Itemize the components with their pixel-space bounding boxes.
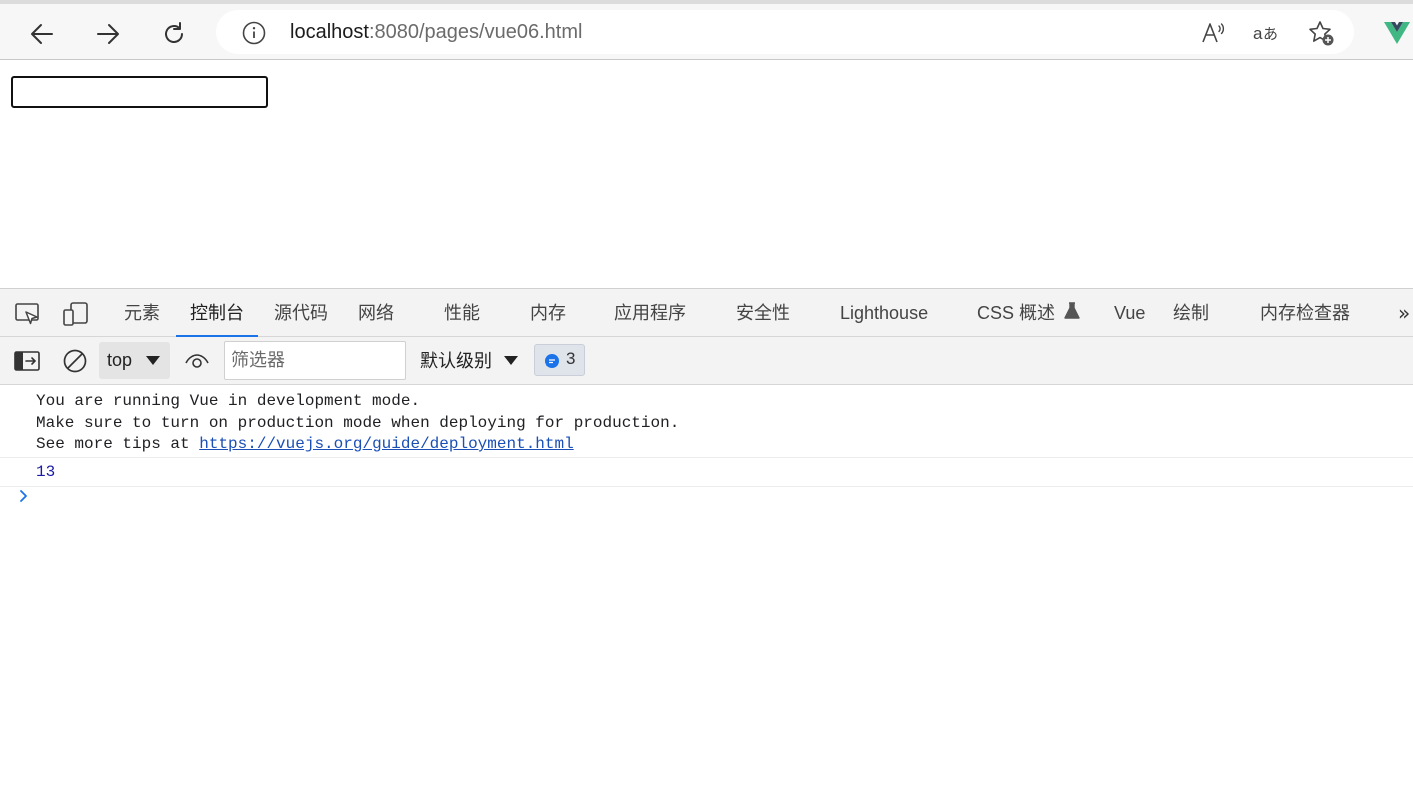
chevron-down-icon (146, 356, 160, 365)
tab-application[interactable]: 应用程序 (614, 289, 686, 337)
tab-network[interactable]: 网络 (358, 289, 394, 337)
inspect-element-icon[interactable] (14, 301, 42, 327)
log-line-3-prefix: See more tips at (36, 435, 200, 453)
devtools-panel: 元素 控制台 源代码 网络 性能 内存 应用程序 安全性 Lighthouse … (0, 288, 1413, 808)
tab-sources[interactable]: 源代码 (274, 289, 328, 337)
console-prompt-chevron-icon[interactable] (17, 489, 31, 503)
message-bubble-icon (545, 354, 559, 368)
read-aloud-icon[interactable] (1198, 18, 1228, 48)
console-toolbar: top 默认级别 3 (0, 337, 1413, 385)
arrow-right-icon (97, 24, 119, 44)
tab-css-overview[interactable]: CSS 概述 (977, 289, 1080, 337)
browser-toolbar: localhost:8080/pages/vue06.html aあ (0, 0, 1413, 60)
tab-vue[interactable]: Vue (1114, 289, 1145, 337)
translate-glyph-icon: aあ (1253, 24, 1278, 43)
filter-input[interactable] (224, 341, 406, 380)
back-button[interactable] (22, 14, 62, 54)
tab-memory-inspector[interactable]: 内存检查器 (1260, 289, 1350, 337)
message-count: 3 (566, 349, 576, 368)
svg-text:あ: あ (1263, 25, 1278, 43)
refresh-icon (165, 22, 183, 43)
tab-rendering[interactable]: 绘制 (1173, 289, 1209, 337)
tab-elements[interactable]: 元素 (124, 289, 160, 337)
log-line-1: You are running Vue in development mode. (36, 392, 421, 410)
more-tabs-icon[interactable]: » (1398, 301, 1410, 325)
tab-memory[interactable]: 内存 (530, 289, 566, 337)
context-selector-value: top (107, 350, 133, 370)
log-levels-dropdown[interactable]: 默认级别 (420, 337, 518, 385)
tab-security[interactable]: 安全性 (736, 289, 790, 337)
log-line-2: Make sure to turn on production mode whe… (36, 413, 680, 432)
live-expression-eye-icon[interactable] (183, 347, 211, 375)
info-icon[interactable] (242, 21, 266, 45)
page-text-input[interactable] (11, 76, 268, 108)
console-log-message: You are running Vue in development mode.… (36, 391, 679, 456)
star-plus-icon (1309, 21, 1334, 46)
url-host: localhost (290, 21, 369, 43)
chevron-down-icon (504, 356, 518, 365)
context-selector[interactable]: top (99, 342, 170, 379)
tab-console[interactable]: 控制台 (176, 289, 258, 337)
divider (0, 486, 1413, 487)
vue-devtools-extension-icon[interactable] (1382, 20, 1412, 46)
deployment-guide-link[interactable]: https://vuejs.org/guide/deployment.html (199, 435, 573, 453)
tab-performance[interactable]: 性能 (444, 289, 480, 337)
tab-lighthouse[interactable]: Lighthouse (840, 289, 928, 337)
refresh-button[interactable] (154, 14, 194, 54)
forward-button[interactable] (88, 14, 128, 54)
url-text[interactable]: localhost:8080/pages/vue06.html (290, 21, 582, 44)
tab-css-overview-label: CSS 概述 (977, 303, 1056, 323)
translate-icon[interactable]: aあ (1252, 18, 1282, 48)
devtools-tab-bar: 元素 控制台 源代码 网络 性能 内存 应用程序 安全性 Lighthouse … (0, 289, 1413, 337)
read-aloud-glyph-icon (1202, 23, 1225, 43)
console-log-number: 13 (36, 463, 56, 481)
url-path: :8080/pages/vue06.html (368, 21, 583, 43)
divider (0, 457, 1413, 458)
arrow-left-icon (31, 24, 53, 44)
issues-message-badge[interactable]: 3 (534, 344, 585, 376)
device-toolbar-icon[interactable] (62, 301, 90, 327)
sidebar-toggle-icon[interactable] (13, 347, 41, 375)
address-bar[interactable]: localhost:8080/pages/vue06.html aあ (216, 10, 1354, 54)
log-levels-label: 默认级别 (420, 351, 492, 371)
favorite-add-icon[interactable] (1306, 18, 1336, 48)
svg-text:a: a (1253, 24, 1263, 43)
flask-icon (1064, 302, 1080, 319)
clear-console-icon[interactable] (61, 347, 89, 375)
